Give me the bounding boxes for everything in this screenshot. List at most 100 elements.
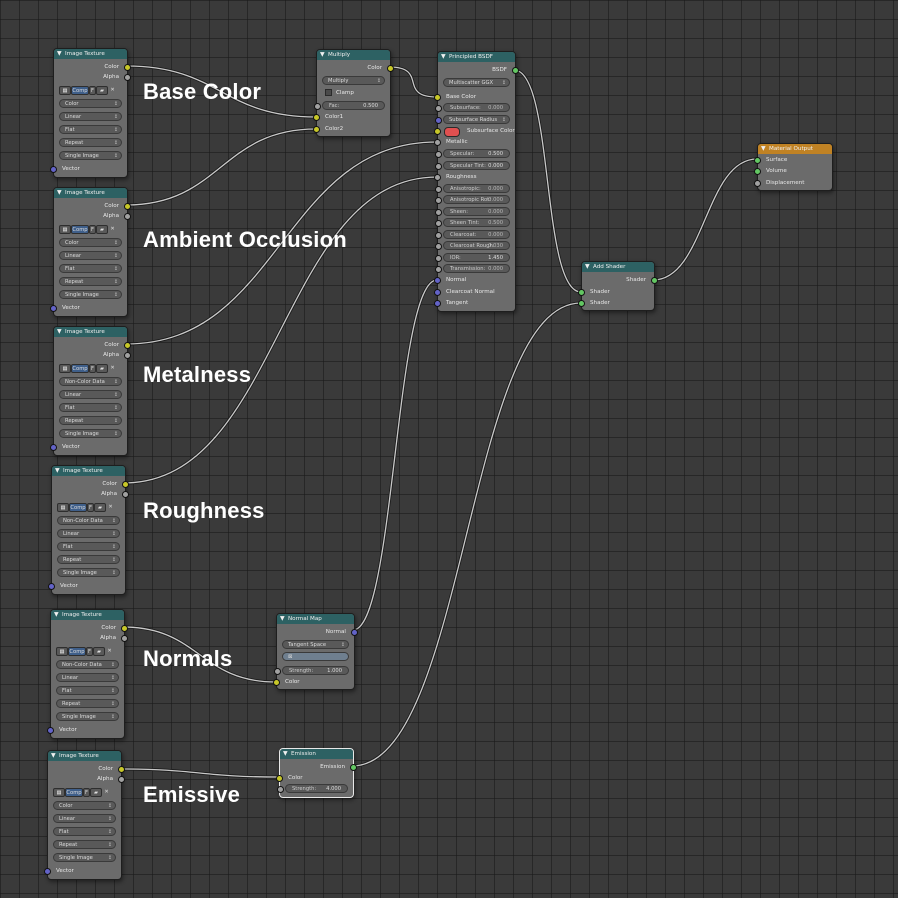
vector-socket[interactable] [44,868,51,875]
link-bsdf-to-add-shader[interactable] [513,69,582,293]
sheen-field[interactable]: Sheen: 0.000 [435,207,510,216]
collapse-triangle-icon[interactable]: ▼ [54,610,59,620]
vector-socket[interactable] [50,166,57,173]
image-name-field[interactable]: Comp [71,86,89,95]
color-space-select[interactable]: Non-Color Data [57,516,120,526]
interpolation-select[interactable]: Linear [56,673,119,683]
normal-map-node[interactable]: ▼Normal Map Normal Tangent Space ⊠ Stren… [273,613,358,690]
image-texture-node-roughness[interactable]: ▼ Image Texture Color Alpha ▦ Comp F ▰ ✕ … [48,465,129,595]
interpolation-select[interactable]: Linear [59,251,122,261]
distribution-select[interactable]: Multiscatter GGX [443,78,510,88]
image-selector[interactable]: ▦ Comp F ▰ ✕ [56,647,119,656]
node-header[interactable]: ▼ Image Texture [52,466,125,476]
projection-select[interactable]: Flat [57,542,120,552]
ior-field[interactable]: IOR: 1.450 [435,253,510,262]
image-name-field[interactable]: Comp [69,503,87,512]
strength-socket[interactable] [274,668,281,675]
image-browse-icon[interactable]: ▦ [59,225,71,234]
specular-field[interactable]: Specular: 0.500 [435,149,510,158]
projection-select[interactable]: Flat [59,403,122,413]
color2-socket[interactable] [313,126,320,133]
link-normal-map-to-normal[interactable] [352,279,438,631]
image-selector[interactable]: ▦ Comp F ▰ ✕ [57,503,120,512]
collapse-triangle-icon[interactable]: ▼ [55,466,60,476]
color-space-select[interactable]: Color [53,801,116,811]
specular-tint-socket[interactable] [435,163,442,170]
source-select[interactable]: Single Image [59,290,122,300]
source-select[interactable]: Single Image [56,712,119,722]
color-socket[interactable] [118,766,125,773]
image-browse-icon[interactable]: ▦ [59,86,71,95]
clearcoat-roughness-field[interactable]: Clearcoat Rough: 0.030 [435,241,510,250]
interpolation-select[interactable]: Linear [57,529,120,539]
subsurface-radius-field[interactable]: Subsurface Radius [435,115,510,125]
open-folder-icon[interactable]: ▰ [96,225,108,234]
sheen-tint-socket[interactable] [435,220,442,227]
extension-select[interactable]: Repeat [53,840,116,850]
collapse-triangle-icon[interactable]: ▼ [585,262,590,272]
collapse-triangle-icon[interactable]: ▼ [761,144,766,154]
extension-select[interactable]: Repeat [59,138,122,148]
projection-select[interactable]: Flat [59,264,122,274]
specular-socket[interactable] [435,151,442,158]
anisotropic-rotation-socket[interactable] [435,197,442,204]
image-selector[interactable]: ▦ Comp F ▰ ✕ [59,225,122,234]
image-browse-icon[interactable]: ▦ [59,364,71,373]
multiply-node[interactable]: ▼Multiply Color Multiply Clamp Fac:0.500… [313,49,394,137]
tangent-socket[interactable] [434,300,441,307]
image-users[interactable]: F [83,788,90,797]
color-socket[interactable] [387,65,394,72]
surface-socket[interactable] [754,157,761,164]
clamp-checkbox[interactable]: Clamp [317,88,390,98]
subsurface-field[interactable]: Subsurface: 0.000 [435,103,510,112]
sheen-socket[interactable] [435,209,442,216]
extension-select[interactable]: Repeat [59,416,122,426]
source-select[interactable]: Single Image [57,568,120,578]
source-select[interactable]: Single Image [59,429,122,439]
clearcoat-normal-socket[interactable] [434,289,441,296]
extension-select[interactable]: Repeat [57,555,120,565]
color-space-select[interactable]: Color [59,99,122,109]
ior-socket[interactable] [435,255,442,262]
unlink-icon[interactable]: ✕ [108,225,117,234]
link-emissive-to-emission[interactable] [119,768,280,778]
image-users[interactable]: F [86,647,93,656]
image-selector[interactable]: ▦ Comp F ▰ ✕ [53,788,116,797]
alpha-socket[interactable] [122,491,129,498]
subsurface-socket[interactable] [435,105,442,112]
color-in-socket[interactable] [276,775,283,782]
unlink-icon[interactable]: ✕ [108,364,117,373]
color-socket[interactable] [121,625,128,632]
color-socket[interactable] [124,203,131,210]
subsurface-color-socket[interactable] [434,128,441,135]
collapse-triangle-icon[interactable]: ▼ [280,614,285,624]
color-space-select[interactable]: Non-Color Data [59,377,122,387]
uv-map-field[interactable]: ⊠ [282,652,349,661]
image-users[interactable]: F [89,364,96,373]
vector-socket[interactable] [47,727,54,734]
add-shader-node[interactable]: ▼ Add Shader Shader Shader Shader [578,261,658,311]
node-header[interactable]: ▼ Normal Map [277,614,354,624]
normal-socket[interactable] [434,277,441,284]
vector-socket[interactable] [50,444,57,451]
open-folder-icon[interactable]: ▰ [96,364,108,373]
color1-socket[interactable] [313,114,320,121]
node-header[interactable]: ▼ Multiply [317,50,390,60]
link-multiply-to-base-color[interactable] [388,66,438,98]
image-texture-node-emissive[interactable]: ▼ Image Texture Color Alpha ▦ Comp F ▰ ✕ … [44,750,125,880]
clearcoat-field[interactable]: Clearcoat: 0.000 [435,230,510,239]
material-output-node[interactable]: ▼ Material Output Surface Volume Displace… [754,143,833,191]
metallic-socket[interactable] [434,139,441,146]
node-header[interactable]: ▼ Image Texture [51,610,124,620]
emission-out-socket[interactable] [350,764,357,771]
collapse-triangle-icon[interactable]: ▼ [57,49,62,59]
blend-type-select[interactable]: Multiply [322,76,385,86]
color-space-select[interactable]: Non-Color Data [56,660,119,670]
link-ao-to-multiply[interactable] [125,128,317,206]
alpha-socket[interactable] [124,213,131,220]
image-texture-node-base-color[interactable]: ▼ Image Texture Color Alpha ▦ Comp F ▰ ✕ … [50,48,131,178]
color-socket[interactable] [122,481,129,488]
alpha-socket[interactable] [124,352,131,359]
base-color-socket[interactable] [434,94,441,101]
collapse-triangle-icon[interactable]: ▼ [57,327,62,337]
